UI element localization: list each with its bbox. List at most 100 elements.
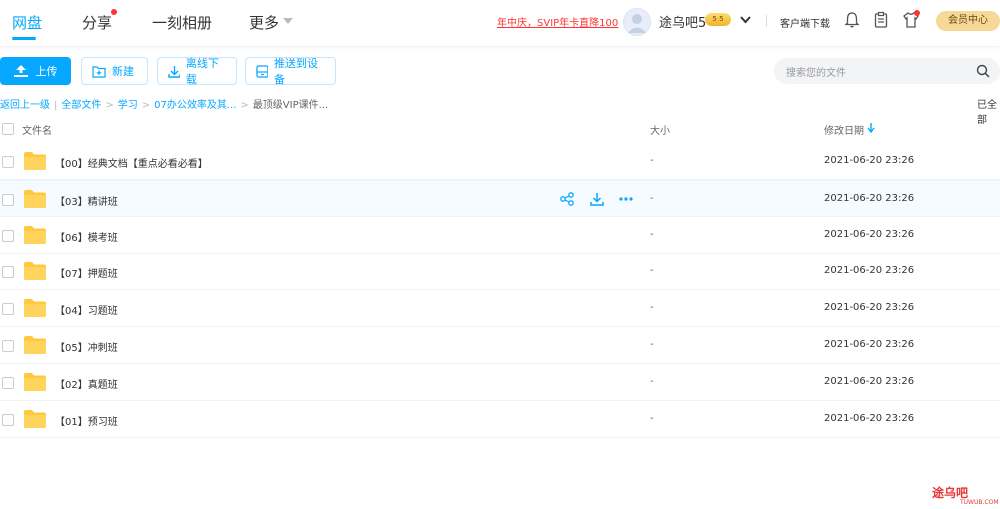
file-date: 2021-06-20 23:26 [824,302,915,314]
search-icon[interactable] [976,64,990,78]
breadcrumb-level2[interactable]: 07办公效率及其... [154,100,236,111]
upload-label: 上传 [35,65,58,78]
file-date: 2021-06-20 23:26 [824,155,915,166]
file-date: 2021-06-20 23:26 [824,375,915,387]
table-row[interactable]: 【07】押题班 - 2021-06-20 23:26 [0,253,1000,291]
nav-album[interactable]: 一刻相册 [152,12,212,33]
file-name[interactable]: 【05】冲刺班 [55,339,118,354]
file-name[interactable]: 【01】预习班 [55,413,118,428]
vip-level-text-2: 5 [719,15,724,23]
file-name[interactable]: 【02】真题班 [55,376,118,391]
user-icon [628,14,646,33]
download-icon[interactable] [590,192,604,206]
file-name[interactable]: 【00】经典文档【重点必看必看】 [55,155,208,170]
client-download-link[interactable]: 客户端下载 [780,15,830,30]
new-label: 新建 [112,65,134,78]
back-link[interactable]: 返回上一级 [0,100,50,111]
upload-icon [13,65,28,77]
select-all-checkbox[interactable] [2,123,14,135]
row-checkbox[interactable] [2,156,14,168]
file-size: - [650,228,654,240]
nav-more[interactable]: 更多 [249,12,279,33]
download-icon [168,65,180,78]
file-size: - [650,265,654,277]
row-checkbox[interactable] [2,303,14,316]
file-size: - [650,192,654,204]
row-checkbox[interactable] [2,229,14,242]
row-checkbox[interactable] [2,340,14,352]
upload-button[interactable]: 上传 [0,57,71,85]
file-name[interactable]: 【07】押题班 [55,265,118,280]
row-checkbox[interactable] [2,266,14,279]
column-header-name[interactable]: 文件名 [22,122,52,137]
file-name[interactable]: 【04】习题班 [55,302,118,317]
offline-download-label: 离线下载 [185,57,219,86]
file-size: - [650,339,654,350]
nav-share[interactable]: 分享 [82,12,112,33]
more-icon[interactable] [618,192,634,206]
notification-dot-theme [914,10,920,16]
table-row[interactable]: 【06】模考班 - 2021-06-20 23:26 [0,217,1000,254]
folder-icon [24,409,46,428]
nav-netdisk[interactable]: 网盘 [12,12,42,33]
account-chevron-icon[interactable] [740,16,751,24]
row-checkbox[interactable] [2,193,14,206]
file-date: 2021-06-20 23:26 [824,412,915,424]
top-bar: 网盘 分享 一刻相册 更多 年中庆，SVIP年卡直降100 途乌吧5 5 5 客… [0,0,1000,46]
file-size: - [650,302,654,314]
breadcrumb-all-files[interactable]: 全部文件 [61,100,101,111]
breadcrumb-level1[interactable]: 学习 [118,100,138,111]
file-date: 2021-06-20 23:26 [824,265,915,277]
folder-icon [24,299,46,318]
column-header-modified[interactable]: 修改日期 [824,122,864,137]
folder-icon [24,336,46,354]
table-row[interactable]: 【02】真题班 - 2021-06-20 23:26 [0,364,1000,401]
breadcrumb-separator: > [105,100,114,111]
share-icon[interactable] [560,191,574,206]
breadcrumb-separator: > [240,100,249,111]
table-row[interactable]: 【04】习题班 - 2021-06-20 23:26 [0,290,1000,328]
search-placeholder: 搜索您的文件 [786,67,846,79]
vip-level-badge: 5 5 [705,13,731,26]
push-to-device-button[interactable]: 推送到设备 [245,57,336,86]
member-center-button[interactable]: 会员中心 [936,11,1000,31]
row-checkbox[interactable] [2,376,14,389]
vip-level-text: 5 [712,15,717,23]
file-date: 2021-06-20 23:26 [824,339,915,350]
new-folder-icon [92,65,106,78]
promo-link[interactable]: 年中庆，SVIP年卡直降100 [497,14,618,29]
loaded-all-status: 已全部 [977,100,997,126]
divider [766,15,767,27]
file-name[interactable]: 【03】精讲班 [55,193,118,208]
avatar[interactable] [623,8,651,36]
breadcrumb-separator: > [141,100,151,111]
breadcrumb-current: 最顶级VIP课件... [252,100,329,111]
sort-desc-icon[interactable] [867,123,875,133]
table-row[interactable]: 【03】精讲班 - 2021-06-20 23:26 [0,179,1000,217]
clipboard-icon[interactable] [872,11,890,29]
folder-icon [24,372,46,391]
bell-icon[interactable] [843,11,861,29]
chevron-down-icon[interactable] [283,18,293,24]
file-size: - [650,375,654,387]
table-row[interactable]: 【00】经典文档【重点必看必看】 - 2021-06-20 23:26 [0,143,1000,180]
file-size: - [650,155,654,166]
username[interactable]: 途乌吧5 [659,12,706,31]
breadcrumb: 返回上一级 | 全部文件 > 学习 >07办公效率及其... > 最顶级VIP课件... [0,96,328,111]
offline-download-button[interactable]: 离线下载 [157,57,237,86]
search-input[interactable]: 搜索您的文件 [774,58,1000,84]
new-button[interactable]: 新建 [81,57,148,85]
active-tab-indicator [12,37,36,40]
watermark-site: TUWUB.COM [960,499,999,506]
breadcrumb-divider: | [54,100,58,111]
column-header-size[interactable]: 大小 [650,122,670,137]
row-checkbox[interactable] [2,413,14,426]
table-row[interactable]: 【01】预习班 - 2021-06-20 23:26 [0,401,1000,438]
push-to-device-label: 推送到设备 [274,57,319,86]
folder-icon [24,152,46,170]
notification-dot [111,9,117,15]
table-row[interactable]: 【05】冲刺班 - 2021-06-20 23:26 [0,327,1000,364]
file-name[interactable]: 【06】模考班 [55,229,118,244]
file-date: 2021-06-20 23:26 [824,192,915,204]
file-size: - [650,412,654,424]
